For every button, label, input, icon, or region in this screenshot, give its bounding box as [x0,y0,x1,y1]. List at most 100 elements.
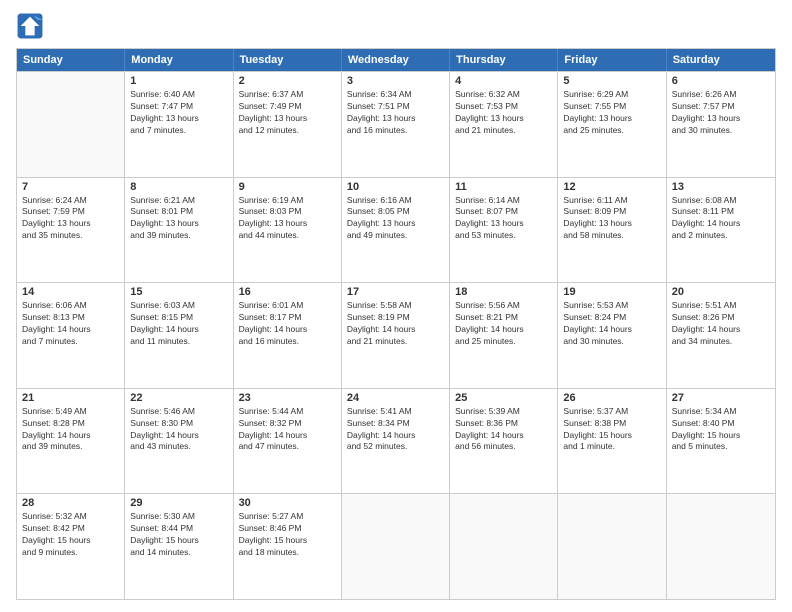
day-number: 20 [672,286,770,298]
calendar-cell: 3 Sunrise: 6:34 AM Sunset: 7:51 PM Daylig… [342,72,450,177]
day-of-week-header: Thursday [450,49,558,71]
calendar-cell: 25 Sunrise: 5:39 AM Sunset: 8:36 PM Dayli… [450,389,558,494]
calendar-cell: 17 Sunrise: 5:58 AM Sunset: 8:19 PM Dayli… [342,283,450,388]
day-number: 22 [130,392,227,404]
day-number: 7 [22,181,119,193]
day-info: Sunrise: 5:32 AM Sunset: 8:42 PM Dayligh… [22,511,119,559]
calendar-cell: 7 Sunrise: 6:24 AM Sunset: 7:59 PM Daylig… [17,178,125,283]
calendar-cell [342,494,450,599]
day-number: 16 [239,286,336,298]
day-number: 3 [347,75,444,87]
calendar-cell: 23Sunrise: 5:44 AM Sunset: 8:32 PM Dayli… [234,389,342,494]
day-number: 29 [130,497,227,509]
calendar: SundayMondayTuesdayWednesdayThursdayFrid… [16,48,776,600]
calendar-cell: 5Sunrise: 6:29 AM Sunset: 7:55 PM Daylig… [558,72,666,177]
day-number: 21 [22,392,119,404]
day-number: 17 [347,286,444,298]
day-info: Sunrise: 6:34 AM Sunset: 7:51 PM Dayligh… [347,89,444,137]
calendar-cell: 26Sunrise: 5:37 AM Sunset: 8:38 PM Dayli… [558,389,666,494]
day-info: Sunrise: 5:27 AM Sunset: 8:46 PM Dayligh… [239,511,336,559]
day-number: 2 [239,75,336,87]
day-of-week-header: Wednesday [342,49,450,71]
day-of-week-header: Friday [558,49,666,71]
calendar-row: 21 Sunrise: 5:49 AM Sunset: 8:28 PM Dayli… [17,388,775,494]
day-info: Sunrise: 5:39 AM Sunset: 8:36 PM Dayligh… [455,406,552,454]
calendar-cell: 4 Sunrise: 6:32 AM Sunset: 7:53 PM Daylig… [450,72,558,177]
calendar-cell [17,72,125,177]
calendar-cell: 16Sunrise: 6:01 AM Sunset: 8:17 PM Dayli… [234,283,342,388]
calendar-cell: 22Sunrise: 5:46 AM Sunset: 8:30 PM Dayli… [125,389,233,494]
calendar-body: 1Sunrise: 6:40 AM Sunset: 7:47 PM Daylig… [17,71,775,599]
header [16,12,776,40]
calendar-cell: 24Sunrise: 5:41 AM Sunset: 8:34 PM Dayli… [342,389,450,494]
day-number: 13 [672,181,770,193]
day-info: Sunrise: 5:53 AM Sunset: 8:24 PM Dayligh… [563,300,660,348]
calendar-cell: 29 Sunrise: 5:30 AM Sunset: 8:44 PM Dayli… [125,494,233,599]
day-number: 28 [22,497,119,509]
day-info: Sunrise: 6:26 AM Sunset: 7:57 PM Dayligh… [672,89,770,137]
day-of-week-header: Saturday [667,49,775,71]
calendar-cell: 30 Sunrise: 5:27 AM Sunset: 8:46 PM Dayli… [234,494,342,599]
day-number: 8 [130,181,227,193]
day-info: Sunrise: 5:34 AM Sunset: 8:40 PM Dayligh… [672,406,770,454]
calendar-cell [558,494,666,599]
calendar-cell: 10Sunrise: 6:16 AM Sunset: 8:05 PM Dayli… [342,178,450,283]
day-number: 19 [563,286,660,298]
day-info: Sunrise: 5:49 AM Sunset: 8:28 PM Dayligh… [22,406,119,454]
calendar-cell [667,494,775,599]
calendar-cell: 6Sunrise: 6:26 AM Sunset: 7:57 PM Daylig… [667,72,775,177]
calendar-cell: 27 Sunrise: 5:34 AM Sunset: 8:40 PM Dayli… [667,389,775,494]
day-number: 15 [130,286,227,298]
day-number: 23 [239,392,336,404]
day-info: Sunrise: 6:21 AM Sunset: 8:01 PM Dayligh… [130,195,227,243]
day-info: Sunrise: 6:37 AM Sunset: 7:49 PM Dayligh… [239,89,336,137]
calendar-row: 7 Sunrise: 6:24 AM Sunset: 7:59 PM Daylig… [17,177,775,283]
day-info: Sunrise: 5:58 AM Sunset: 8:19 PM Dayligh… [347,300,444,348]
day-info: Sunrise: 6:08 AM Sunset: 8:11 PM Dayligh… [672,195,770,243]
calendar-cell: 18 Sunrise: 5:56 AM Sunset: 8:21 PM Dayli… [450,283,558,388]
logo [16,12,48,40]
calendar-cell: 21 Sunrise: 5:49 AM Sunset: 8:28 PM Dayli… [17,389,125,494]
day-info: Sunrise: 5:37 AM Sunset: 8:38 PM Dayligh… [563,406,660,454]
day-of-week-header: Monday [125,49,233,71]
logo-icon [16,12,44,40]
day-info: Sunrise: 6:32 AM Sunset: 7:53 PM Dayligh… [455,89,552,137]
day-number: 18 [455,286,552,298]
day-number: 1 [130,75,227,87]
day-info: Sunrise: 6:16 AM Sunset: 8:05 PM Dayligh… [347,195,444,243]
day-info: Sunrise: 5:51 AM Sunset: 8:26 PM Dayligh… [672,300,770,348]
calendar-row: 14 Sunrise: 6:06 AM Sunset: 8:13 PM Dayli… [17,282,775,388]
calendar-cell: 1Sunrise: 6:40 AM Sunset: 7:47 PM Daylig… [125,72,233,177]
calendar-cell: 19 Sunrise: 5:53 AM Sunset: 8:24 PM Dayli… [558,283,666,388]
day-info: Sunrise: 6:03 AM Sunset: 8:15 PM Dayligh… [130,300,227,348]
day-number: 9 [239,181,336,193]
day-info: Sunrise: 6:29 AM Sunset: 7:55 PM Dayligh… [563,89,660,137]
day-number: 30 [239,497,336,509]
calendar-cell: 12 Sunrise: 6:11 AM Sunset: 8:09 PM Dayli… [558,178,666,283]
calendar-cell: 8 Sunrise: 6:21 AM Sunset: 8:01 PM Daylig… [125,178,233,283]
day-info: Sunrise: 5:56 AM Sunset: 8:21 PM Dayligh… [455,300,552,348]
day-number: 27 [672,392,770,404]
day-info: Sunrise: 5:30 AM Sunset: 8:44 PM Dayligh… [130,511,227,559]
calendar-cell: 28 Sunrise: 5:32 AM Sunset: 8:42 PM Dayli… [17,494,125,599]
calendar-cell: 11Sunrise: 6:14 AM Sunset: 8:07 PM Dayli… [450,178,558,283]
calendar-cell: 9 Sunrise: 6:19 AM Sunset: 8:03 PM Daylig… [234,178,342,283]
calendar-row: 28 Sunrise: 5:32 AM Sunset: 8:42 PM Dayli… [17,493,775,599]
day-of-week-header: Sunday [17,49,125,71]
day-number: 12 [563,181,660,193]
day-of-week-header: Tuesday [234,49,342,71]
calendar-cell [450,494,558,599]
calendar-row: 1Sunrise: 6:40 AM Sunset: 7:47 PM Daylig… [17,71,775,177]
calendar-cell: 15 Sunrise: 6:03 AM Sunset: 8:15 PM Dayli… [125,283,233,388]
day-info: Sunrise: 6:24 AM Sunset: 7:59 PM Dayligh… [22,195,119,243]
calendar-cell: 13 Sunrise: 6:08 AM Sunset: 8:11 PM Dayli… [667,178,775,283]
day-number: 4 [455,75,552,87]
day-info: Sunrise: 6:11 AM Sunset: 8:09 PM Dayligh… [563,195,660,243]
day-number: 14 [22,286,119,298]
day-info: Sunrise: 6:06 AM Sunset: 8:13 PM Dayligh… [22,300,119,348]
calendar-header: SundayMondayTuesdayWednesdayThursdayFrid… [17,49,775,71]
day-number: 25 [455,392,552,404]
day-number: 24 [347,392,444,404]
page: SundayMondayTuesdayWednesdayThursdayFrid… [0,0,792,612]
day-info: Sunrise: 6:19 AM Sunset: 8:03 PM Dayligh… [239,195,336,243]
